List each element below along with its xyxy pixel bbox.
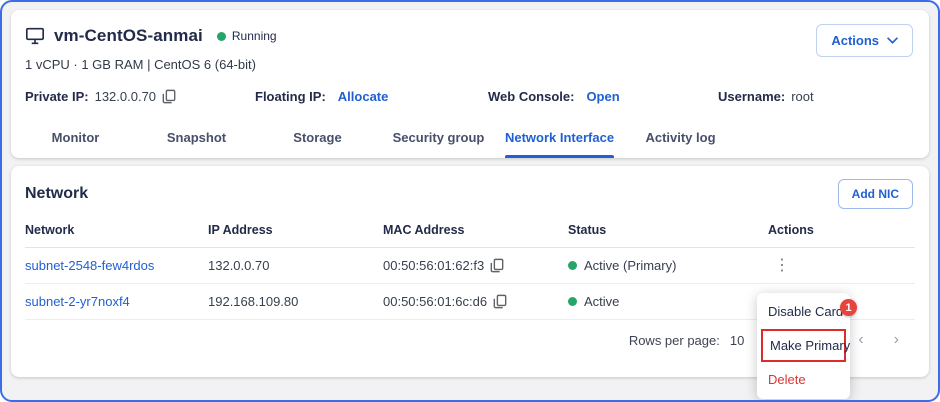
rows-per-page-value[interactable]: 10 [730, 333, 744, 348]
actions-button[interactable]: Actions [816, 24, 913, 57]
copy-icon[interactable] [162, 89, 176, 104]
web-console-field: Web Console: Open [488, 89, 718, 104]
web-console-label: Web Console: [488, 89, 574, 104]
tab-snapshot[interactable]: Snapshot [136, 124, 257, 158]
annotation-badge: 1 [840, 299, 857, 316]
annotation-highlight-box: Make Primary [761, 329, 846, 362]
add-nic-button[interactable]: Add NIC [838, 179, 913, 209]
chevron-right-icon[interactable]: › [894, 332, 899, 348]
running-status-label: Running [232, 29, 277, 43]
active-status-dot [568, 261, 577, 270]
username-value: root [791, 89, 813, 104]
column-network: Network [25, 217, 208, 248]
vm-specs: 1 vCPU · 1 GB RAM | CentOS 6 (64-bit) [11, 46, 929, 72]
vm-tabs: Monitor Snapshot Storage Security group … [15, 124, 929, 158]
vm-info-row: Private IP: 132.0.0.70 Floating IP: Alloca… [11, 72, 929, 104]
actions-button-label: Actions [831, 33, 879, 48]
tab-activity-log[interactable]: Activity log [620, 124, 741, 158]
column-status: Status [568, 217, 768, 248]
chevron-down-icon [887, 37, 898, 44]
tab-storage[interactable]: Storage [257, 124, 378, 158]
row-actions-kebab-icon[interactable]: ⋮ [768, 261, 796, 271]
floating-ip-field: Floating IP: Allocate [255, 89, 488, 104]
vm-header-card: vm-CentOS-anmai Running Actions 1 vCPU ·… [11, 10, 929, 158]
ip-address-value: 132.0.0.70 [208, 258, 269, 273]
rows-per-page-label: Rows per page: [629, 333, 720, 348]
menu-item-make-primary[interactable]: Make Primary [763, 331, 844, 360]
table-row: subnet-2548-few4rdos 132.0.0.70 00:50:56… [25, 248, 915, 284]
vm-status: Running [217, 29, 277, 43]
vm-detail-window: vm-CentOS-anmai Running Actions 1 vCPU ·… [0, 0, 940, 402]
tab-security-group[interactable]: Security group [378, 124, 499, 158]
status-label: Active [584, 294, 619, 309]
monitor-icon [25, 27, 45, 45]
floating-ip-label: Floating IP: [255, 89, 326, 104]
title-row: vm-CentOS-anmai Running Actions [11, 10, 929, 46]
chevron-left-icon[interactable]: ‹ [858, 332, 863, 348]
menu-item-disable-card[interactable]: Disable Card 1 [757, 296, 850, 327]
allocate-link[interactable]: Allocate [338, 89, 389, 104]
subnet-link[interactable]: subnet-2548-few4rdos [25, 258, 154, 273]
nic-context-menu: Disable Card 1 Make Primary Delete [757, 293, 850, 399]
mac-address-value: 00:50:56:01:62:f3 [383, 258, 484, 273]
running-status-dot [217, 32, 226, 41]
active-status-dot [568, 297, 577, 306]
username-field: Username: root [718, 89, 929, 104]
copy-icon[interactable] [490, 258, 504, 273]
subnet-link[interactable]: subnet-2-yr7noxf4 [25, 294, 130, 309]
mac-address-value: 00:50:56:01:6c:d6 [383, 294, 487, 309]
network-card-header: Network Add NIC [11, 166, 929, 217]
nic-table-header-row: Network IP Address MAC Address Status Ac… [25, 217, 915, 248]
tab-network-interface[interactable]: Network Interface [499, 124, 620, 158]
private-ip-field: Private IP: 132.0.0.70 [25, 89, 255, 104]
private-ip-value: 132.0.0.70 [95, 89, 156, 104]
column-actions: Actions [768, 217, 915, 248]
column-mac-address: MAC Address [383, 217, 568, 248]
ip-address-value: 192.168.109.80 [208, 294, 298, 309]
username-label: Username: [718, 89, 785, 104]
open-console-link[interactable]: Open [586, 89, 619, 104]
tab-monitor[interactable]: Monitor [15, 124, 136, 158]
disable-card-label: Disable Card [768, 304, 843, 319]
network-heading: Network [25, 185, 88, 203]
menu-item-delete[interactable]: Delete [757, 364, 850, 395]
vm-title: vm-CentOS-anmai [54, 26, 203, 46]
status-label: Active (Primary) [584, 258, 676, 273]
copy-icon[interactable] [493, 294, 507, 309]
column-ip-address: IP Address [208, 217, 383, 248]
private-ip-label: Private IP: [25, 89, 89, 104]
